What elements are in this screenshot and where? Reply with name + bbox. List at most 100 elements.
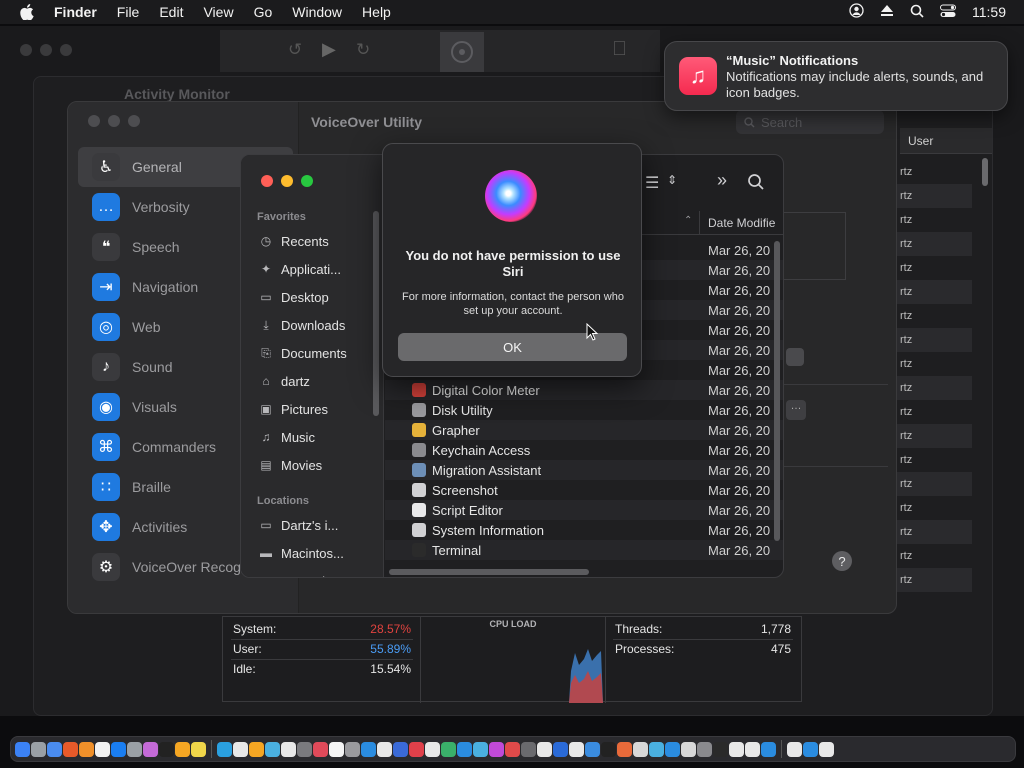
dock-app-icon[interactable] (441, 741, 456, 757)
dock-app-icon[interactable] (79, 741, 94, 757)
dock-app-icon[interactable] (601, 741, 616, 757)
search-icon[interactable] (747, 173, 765, 191)
dock-app-icon[interactable] (729, 741, 744, 757)
sidebar-item-music[interactable]: ♫ Music (257, 426, 315, 448)
sort-ascending-icon[interactable]: ⌃ (684, 215, 692, 226)
sidebar-item-pictures[interactable]: ▣ Pictures (257, 398, 328, 420)
dock-app-icon[interactable] (313, 741, 328, 757)
voiceover-stepper[interactable] (786, 348, 804, 366)
dock-app-icon[interactable] (761, 741, 776, 757)
dock-app-icon[interactable] (47, 741, 62, 757)
dock-app-icon[interactable] (281, 741, 296, 757)
sidebar-item-location[interactable]: ▭ Dartz's i... (257, 514, 338, 536)
finder-menu[interactable]: Finder (54, 0, 107, 24)
dock-app-icon[interactable] (521, 741, 536, 757)
dock-app-icon[interactable] (697, 741, 712, 757)
dock-app-icon[interactable] (713, 741, 728, 757)
table-row[interactable]: Migration Assistant Mar 26, 20 (385, 460, 783, 480)
sidebar-item-location[interactable]: ▬ Macintos... (257, 542, 344, 564)
dock-app-icon[interactable] (681, 741, 696, 757)
file-list-scrollbar[interactable] (774, 241, 780, 541)
dock-app-icon[interactable] (361, 741, 376, 757)
eject-icon[interactable] (880, 4, 894, 20)
dock-app-icon[interactable] (191, 741, 206, 757)
dock-app-icon[interactable] (819, 741, 834, 757)
menu-edit[interactable]: Edit (149, 0, 193, 24)
sidebar-item-desktop[interactable]: ▭ Desktop (257, 286, 328, 308)
dock-app-icon[interactable] (665, 741, 680, 757)
help-button[interactable]: ? (832, 551, 852, 571)
table-row[interactable]: Script Editor Mar 26, 20 (385, 500, 783, 520)
menu-go[interactable]: Go (244, 0, 283, 24)
menu-window[interactable]: Window (282, 0, 352, 24)
dock-app-icon[interactable] (393, 741, 408, 757)
clock[interactable]: 11:59 (972, 4, 1006, 20)
dock-app-icon[interactable] (409, 741, 424, 757)
sidebar-item-documents[interactable]: ⎘ Documents (257, 342, 347, 364)
minimize-button[interactable] (281, 175, 293, 187)
dock-app-icon[interactable] (95, 741, 110, 757)
apple-menu[interactable] (0, 4, 54, 20)
horizontal-scrollbar[interactable] (389, 569, 589, 575)
sidebar-item-applicati[interactable]: ✦ Applicati... (257, 258, 341, 280)
dock-app-icon[interactable] (143, 741, 158, 757)
table-row[interactable]: Disk Utility Mar 26, 20 (385, 400, 783, 420)
more-chevron-icon[interactable]: » (717, 170, 727, 191)
menu-view[interactable]: View (193, 0, 243, 24)
sidebar-item-movies[interactable]: ▤ Movies (257, 454, 322, 476)
dock-app-icon[interactable] (345, 741, 360, 757)
dock-app-icon[interactable] (63, 741, 78, 757)
dock-app-icon[interactable] (649, 741, 664, 757)
dock-app-icon[interactable] (249, 741, 264, 757)
dock-app-icon[interactable] (585, 741, 600, 757)
user-account-icon[interactable] (849, 3, 864, 21)
sort-chevron-icon[interactable]: ⇕ (667, 173, 677, 187)
dock-app-icon[interactable] (265, 741, 280, 757)
table-row[interactable]: Keychain Access Mar 26, 20 (385, 440, 783, 460)
menu-file[interactable]: File (107, 0, 150, 24)
close-button[interactable] (88, 115, 100, 127)
user-column-header[interactable]: User (900, 128, 992, 154)
dock-app-icon[interactable] (745, 741, 760, 757)
spotlight-search-icon[interactable] (910, 4, 924, 21)
sidebar-item-recents[interactable]: ◷ Recents (257, 230, 329, 252)
sidebar-scrollbar[interactable] (373, 211, 379, 416)
voiceover-ellipsis-button[interactable]: … (786, 400, 806, 420)
dock-app-icon[interactable] (569, 741, 584, 757)
music-notification[interactable]: ♫ “Music” Notifications Notifications ma… (664, 41, 1008, 111)
dock-app-icon[interactable] (175, 741, 190, 757)
dock-app-icon[interactable] (537, 741, 552, 757)
dock-app-icon[interactable] (803, 741, 818, 757)
dock-app-icon[interactable] (457, 741, 472, 757)
dock-app-icon[interactable] (329, 741, 344, 757)
dock-app-icon[interactable] (233, 741, 248, 757)
dock-app-icon[interactable] (553, 741, 568, 757)
dock-app-icon[interactable] (505, 741, 520, 757)
dock-app-icon[interactable] (111, 741, 126, 757)
dock-app-icon[interactable] (297, 741, 312, 757)
table-row[interactable]: Digital Color Meter Mar 26, 20 (385, 380, 783, 400)
voiceover-search-field[interactable]: Search (736, 110, 884, 134)
dock-app-icon[interactable] (159, 741, 174, 757)
table-row[interactable]: System Information Mar 26, 20 (385, 520, 783, 540)
table-row[interactable]: Grapher Mar 26, 20 (385, 420, 783, 440)
sidebar-item-downloads[interactable]: ⤓ Downloads (257, 314, 345, 336)
table-row[interactable]: Screenshot Mar 26, 20 (385, 480, 783, 500)
minimize-button[interactable] (108, 115, 120, 127)
dock-app-icon[interactable] (425, 741, 440, 757)
close-button[interactable] (261, 175, 273, 187)
zoom-button[interactable] (301, 175, 313, 187)
zoom-button[interactable] (128, 115, 140, 127)
control-center-icon[interactable] (940, 4, 956, 21)
dock-app-icon[interactable] (633, 741, 648, 757)
dock-app-icon[interactable] (473, 741, 488, 757)
dock-app-icon[interactable] (127, 741, 142, 757)
table-row[interactable]: Terminal Mar 26, 20 (385, 540, 783, 560)
list-view-icon[interactable]: ☰ (645, 173, 659, 193)
menu-help[interactable]: Help (352, 0, 401, 24)
sidebar-item-dartz[interactable]: ⌂ dartz (257, 370, 310, 392)
dock-app-icon[interactable] (377, 741, 392, 757)
dock-app-icon[interactable] (787, 741, 802, 757)
dock-app-icon[interactable] (617, 741, 632, 757)
sidebar-item-location[interactable]: ◎ Network (257, 570, 329, 578)
